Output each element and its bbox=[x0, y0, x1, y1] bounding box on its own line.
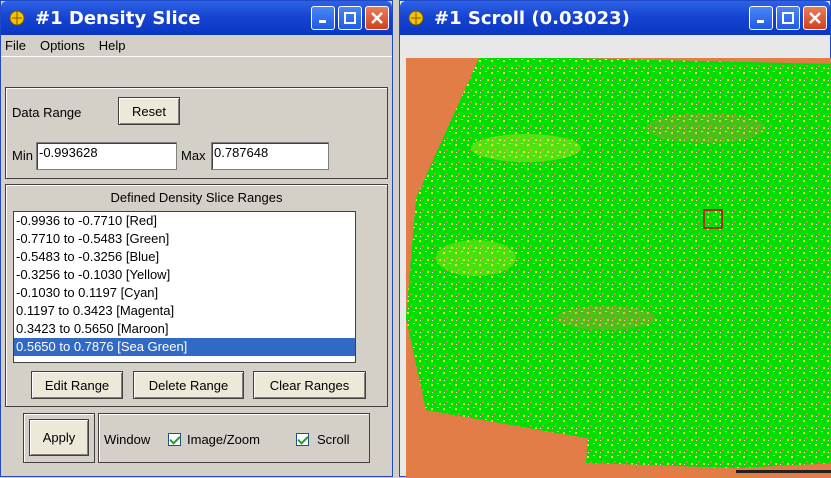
scroll-label[interactable]: Scroll bbox=[317, 432, 350, 447]
scroll-window: #1 Scroll (0.03023) bbox=[399, 0, 831, 478]
list-item[interactable]: -0.1030 to 0.1197 [Cyan] bbox=[14, 284, 355, 302]
window-title: #1 Density Slice bbox=[35, 7, 201, 29]
list-item[interactable]: -0.7710 to -0.5483 [Green] bbox=[14, 230, 355, 248]
image-zoom-label[interactable]: Image/Zoom bbox=[187, 432, 260, 447]
density-slice-window: #1 Density Slice File Options Help Data … bbox=[0, 0, 393, 477]
maximize-button[interactable] bbox=[338, 6, 362, 30]
mixed-region bbox=[436, 240, 516, 276]
density-slice-titlebar[interactable]: #1 Density Slice bbox=[1, 1, 392, 35]
menu-file[interactable]: File bbox=[5, 38, 26, 53]
list-item[interactable]: -0.5483 to -0.3256 [Blue] bbox=[14, 248, 355, 266]
list-item-selected[interactable]: 0.5650 to 0.7876 [Sea Green] bbox=[14, 338, 355, 356]
window-options-panel: Window Image/Zoom Scroll bbox=[98, 413, 370, 463]
menu-options[interactable]: Options bbox=[40, 38, 85, 53]
list-item[interactable]: 0.3423 to 0.5650 [Maroon] bbox=[14, 320, 355, 338]
close-button[interactable] bbox=[803, 6, 827, 30]
minimize-button[interactable] bbox=[311, 6, 335, 30]
list-item[interactable]: 0.1197 to 0.3423 [Magenta] bbox=[14, 302, 355, 320]
ranges-heading: Defined Density Slice Ranges bbox=[110, 190, 283, 205]
mixed-region bbox=[646, 113, 766, 143]
ranges-listbox[interactable]: -0.9936 to -0.7710 [Red] -0.7710 to -0.5… bbox=[13, 211, 356, 363]
minimize-button[interactable] bbox=[749, 6, 773, 30]
delete-range-button[interactable]: Delete Range bbox=[133, 371, 244, 399]
apply-button[interactable]: Apply bbox=[29, 419, 89, 456]
app-globe-icon[interactable] bbox=[9, 10, 25, 26]
app-globe-icon[interactable] bbox=[408, 10, 424, 26]
list-item[interactable]: -0.3256 to -0.1030 [Yellow] bbox=[14, 266, 355, 284]
density-ranges-panel: Defined Density Slice Ranges -0.9936 to … bbox=[5, 184, 388, 407]
scroll-titlebar[interactable]: #1 Scroll (0.03023) bbox=[400, 1, 830, 35]
apply-panel: Apply bbox=[23, 413, 95, 463]
max-field[interactable]: 0.787648 bbox=[211, 142, 329, 170]
mixed-region bbox=[471, 134, 581, 162]
data-range-label: Data Range bbox=[12, 105, 82, 120]
list-item[interactable]: -0.9936 to -0.7710 [Red] bbox=[14, 212, 355, 230]
scene-edge bbox=[736, 470, 831, 473]
window-label: Window bbox=[104, 432, 151, 447]
reset-button[interactable]: Reset bbox=[118, 97, 180, 125]
clear-ranges-button[interactable]: Clear Ranges bbox=[253, 371, 366, 399]
image-zoom-checkbox[interactable] bbox=[168, 431, 181, 449]
menu-help[interactable]: Help bbox=[99, 38, 126, 53]
mixed-region bbox=[556, 306, 656, 330]
window-title: #1 Scroll (0.03023) bbox=[434, 7, 630, 29]
min-field[interactable]: -0.993628 bbox=[36, 142, 177, 170]
scroll-image-view[interactable] bbox=[406, 58, 831, 478]
maximize-button[interactable] bbox=[776, 6, 800, 30]
scroll-checkbox[interactable] bbox=[296, 431, 309, 449]
edit-range-button[interactable]: Edit Range bbox=[31, 371, 123, 399]
max-label: Max bbox=[181, 148, 206, 163]
menubar: File Options Help bbox=[1, 35, 392, 57]
min-label: Min bbox=[12, 148, 33, 163]
data-range-panel: Data Range Reset Min -0.993628 Max 0.787… bbox=[5, 87, 388, 179]
close-button[interactable] bbox=[365, 6, 389, 30]
